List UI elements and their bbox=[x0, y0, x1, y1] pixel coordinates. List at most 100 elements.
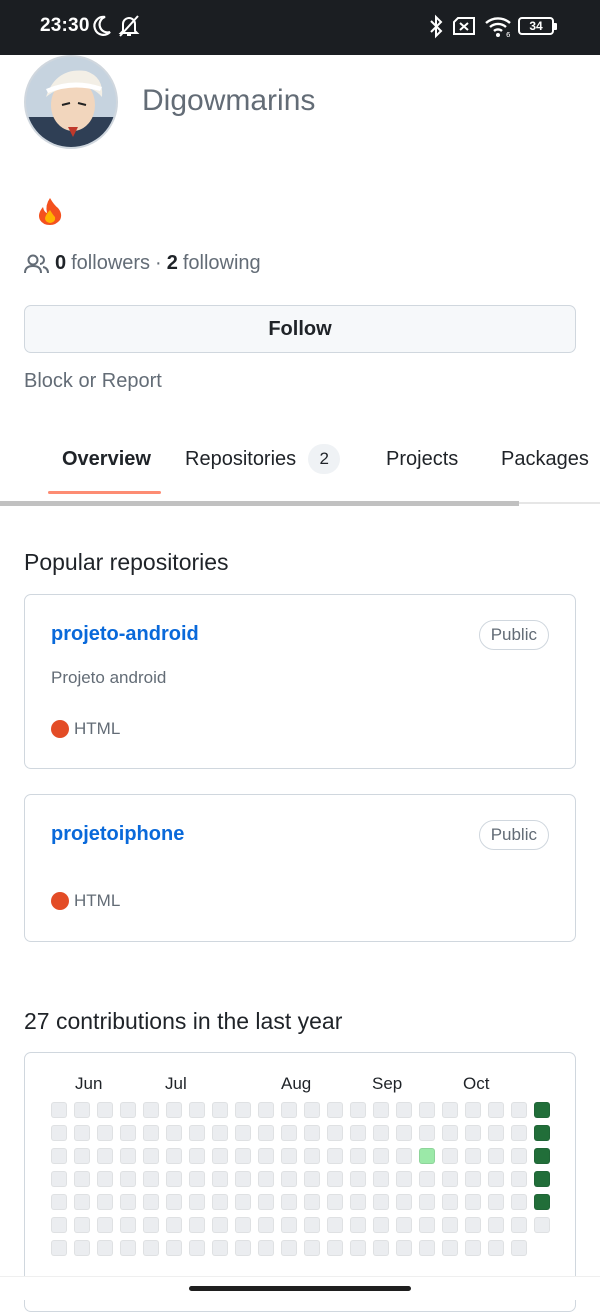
contribution-cell[interactable] bbox=[534, 1171, 550, 1187]
contribution-cell[interactable] bbox=[74, 1125, 90, 1141]
contribution-cell[interactable] bbox=[235, 1102, 251, 1118]
contribution-cell[interactable] bbox=[166, 1102, 182, 1118]
contribution-cell[interactable] bbox=[396, 1194, 412, 1210]
contribution-cell[interactable] bbox=[143, 1217, 159, 1233]
repo-name-link[interactable]: projetoiphone bbox=[51, 823, 184, 846]
contribution-cell[interactable] bbox=[327, 1217, 343, 1233]
contribution-cell[interactable] bbox=[235, 1171, 251, 1187]
tab-repositories[interactable]: Repositories 2 bbox=[185, 444, 341, 474]
contribution-cell[interactable] bbox=[120, 1148, 136, 1164]
follow-button[interactable]: Follow bbox=[24, 305, 576, 353]
contribution-cell[interactable] bbox=[97, 1240, 113, 1256]
contribution-cell[interactable] bbox=[442, 1171, 458, 1187]
contribution-cell[interactable] bbox=[258, 1148, 274, 1164]
contribution-cell[interactable] bbox=[166, 1148, 182, 1164]
contribution-cell[interactable] bbox=[281, 1171, 297, 1187]
contribution-cell[interactable] bbox=[373, 1171, 389, 1187]
contribution-cell[interactable] bbox=[97, 1102, 113, 1118]
contribution-cell[interactable] bbox=[373, 1194, 389, 1210]
contribution-cell[interactable] bbox=[51, 1217, 67, 1233]
tab-projects[interactable]: Projects bbox=[386, 444, 458, 474]
contribution-cell[interactable] bbox=[465, 1240, 481, 1256]
contribution-cell[interactable] bbox=[166, 1217, 182, 1233]
contribution-cell[interactable] bbox=[281, 1217, 297, 1233]
contribution-cell[interactable] bbox=[396, 1171, 412, 1187]
contribution-cell[interactable] bbox=[212, 1102, 228, 1118]
contribution-cell[interactable] bbox=[281, 1102, 297, 1118]
contribution-cell[interactable] bbox=[281, 1240, 297, 1256]
contribution-cell[interactable] bbox=[189, 1194, 205, 1210]
contribution-cell[interactable] bbox=[97, 1194, 113, 1210]
contribution-cell[interactable] bbox=[511, 1102, 527, 1118]
contribution-cell[interactable] bbox=[74, 1102, 90, 1118]
contribution-cell[interactable] bbox=[74, 1240, 90, 1256]
contribution-cell[interactable] bbox=[189, 1148, 205, 1164]
contribution-cell[interactable] bbox=[534, 1194, 550, 1210]
contribution-cell[interactable] bbox=[396, 1148, 412, 1164]
contribution-cell[interactable] bbox=[143, 1148, 159, 1164]
contribution-cell[interactable] bbox=[419, 1148, 435, 1164]
contribution-cell[interactable] bbox=[97, 1148, 113, 1164]
contribution-cell[interactable] bbox=[304, 1217, 320, 1233]
home-gesture-handle[interactable] bbox=[189, 1286, 411, 1291]
contribution-cell[interactable] bbox=[511, 1194, 527, 1210]
tab-packages[interactable]: Packages bbox=[501, 444, 589, 474]
contribution-cell[interactable] bbox=[442, 1102, 458, 1118]
contribution-cell[interactable] bbox=[396, 1240, 412, 1256]
contribution-cell[interactable] bbox=[419, 1171, 435, 1187]
contribution-cell[interactable] bbox=[235, 1194, 251, 1210]
contribution-cell[interactable] bbox=[350, 1148, 366, 1164]
contribution-cell[interactable] bbox=[212, 1240, 228, 1256]
contribution-cell[interactable] bbox=[396, 1102, 412, 1118]
contribution-cell[interactable] bbox=[350, 1102, 366, 1118]
contribution-cell[interactable] bbox=[419, 1125, 435, 1141]
contribution-cell[interactable] bbox=[350, 1217, 366, 1233]
contribution-cell[interactable] bbox=[442, 1148, 458, 1164]
contribution-cell[interactable] bbox=[166, 1240, 182, 1256]
contribution-cell[interactable] bbox=[304, 1148, 320, 1164]
contribution-cell[interactable] bbox=[51, 1171, 67, 1187]
contribution-cell[interactable] bbox=[350, 1171, 366, 1187]
contribution-cell[interactable] bbox=[373, 1125, 389, 1141]
contribution-cell[interactable] bbox=[327, 1171, 343, 1187]
contribution-cell[interactable] bbox=[51, 1148, 67, 1164]
contribution-cell[interactable] bbox=[281, 1194, 297, 1210]
contribution-cell[interactable] bbox=[511, 1148, 527, 1164]
contribution-cell[interactable] bbox=[465, 1148, 481, 1164]
contribution-cell[interactable] bbox=[235, 1240, 251, 1256]
tab-overview[interactable]: Overview bbox=[62, 444, 151, 474]
contribution-cell[interactable] bbox=[120, 1125, 136, 1141]
contribution-cell[interactable] bbox=[235, 1125, 251, 1141]
contribution-cell[interactable] bbox=[166, 1171, 182, 1187]
contribution-cell[interactable] bbox=[327, 1148, 343, 1164]
contribution-cell[interactable] bbox=[304, 1240, 320, 1256]
contribution-cell[interactable] bbox=[120, 1194, 136, 1210]
contribution-cell[interactable] bbox=[51, 1194, 67, 1210]
contribution-cell[interactable] bbox=[419, 1102, 435, 1118]
contribution-cell[interactable] bbox=[258, 1171, 274, 1187]
contribution-cell[interactable] bbox=[373, 1240, 389, 1256]
contribution-cell[interactable] bbox=[97, 1217, 113, 1233]
contribution-cell[interactable] bbox=[120, 1102, 136, 1118]
contribution-cell[interactable] bbox=[488, 1148, 504, 1164]
contribution-cell[interactable] bbox=[350, 1125, 366, 1141]
contribution-cell[interactable] bbox=[212, 1171, 228, 1187]
contribution-cell[interactable] bbox=[258, 1240, 274, 1256]
contribution-cell[interactable] bbox=[511, 1125, 527, 1141]
following-link[interactable]: following bbox=[183, 252, 261, 275]
contribution-cell[interactable] bbox=[74, 1148, 90, 1164]
contribution-cell[interactable] bbox=[166, 1194, 182, 1210]
contribution-cell[interactable] bbox=[488, 1240, 504, 1256]
contribution-cell[interactable] bbox=[74, 1217, 90, 1233]
contribution-cell[interactable] bbox=[166, 1125, 182, 1141]
avatar[interactable] bbox=[24, 55, 118, 149]
contribution-cell[interactable] bbox=[534, 1148, 550, 1164]
contribution-cell[interactable] bbox=[327, 1240, 343, 1256]
followers-link[interactable]: followers bbox=[71, 252, 150, 275]
contribution-cell[interactable] bbox=[281, 1148, 297, 1164]
contribution-cell[interactable] bbox=[258, 1102, 274, 1118]
contribution-cell[interactable] bbox=[281, 1125, 297, 1141]
contribution-cell[interactable] bbox=[396, 1217, 412, 1233]
contribution-cell[interactable] bbox=[534, 1217, 550, 1233]
contribution-cell[interactable] bbox=[327, 1194, 343, 1210]
